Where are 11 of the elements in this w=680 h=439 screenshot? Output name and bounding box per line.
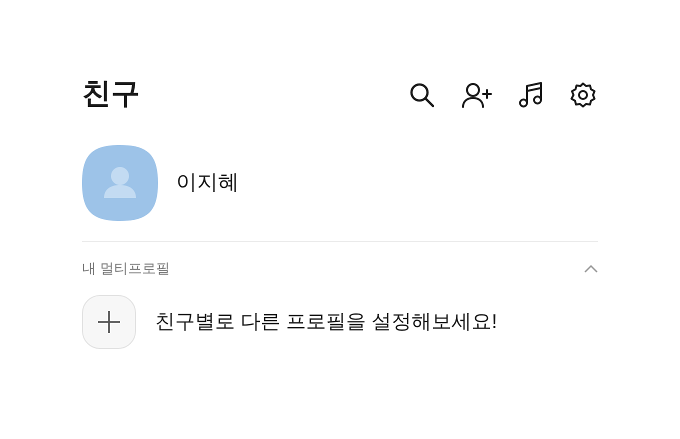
- profile-name: 이지혜: [176, 170, 239, 196]
- plus-icon: [98, 311, 120, 333]
- music-note-icon[interactable]: [519, 82, 543, 108]
- chevron-icon[interactable]: [584, 264, 598, 272]
- search-icon[interactable]: [409, 82, 435, 108]
- page-title: 친구: [82, 77, 140, 112]
- add-person-icon[interactable]: [462, 82, 492, 108]
- prompt-text: 친구별로 다른 프로필을 설정해보세요!: [155, 310, 498, 335]
- add-profile-button[interactable]: [82, 295, 136, 349]
- section-label: 내 멀티프로필: [82, 258, 170, 278]
- settings-icon[interactable]: [570, 82, 596, 108]
